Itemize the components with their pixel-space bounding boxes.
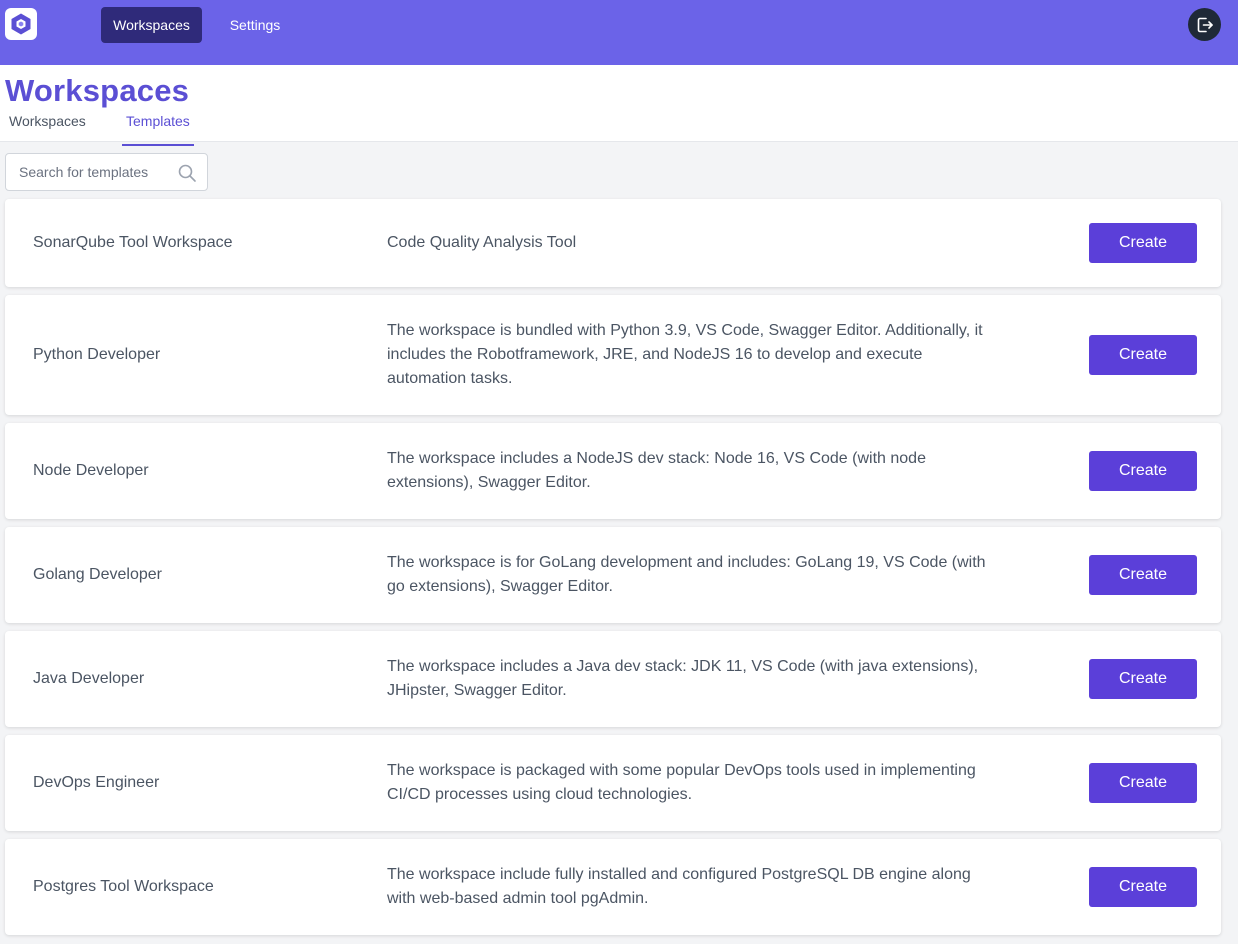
template-description: The workspace is packaged with some popu… <box>387 762 976 803</box>
search-input[interactable] <box>7 155 172 189</box>
template-name: Node Developer <box>33 462 149 479</box>
create-button[interactable]: Create <box>1089 223 1197 263</box>
create-button[interactable]: Create <box>1089 335 1197 375</box>
logout-icon[interactable] <box>1188 8 1221 41</box>
create-button[interactable]: Create <box>1089 867 1197 907</box>
template-name: DevOps Engineer <box>33 774 160 791</box>
template-card: SonarQube Tool Workspace Code Quality An… <box>5 199 1221 287</box>
top-navbar: Workspaces Settings <box>0 0 1238 65</box>
template-description: Code Quality Analysis Tool <box>387 234 577 251</box>
template-card: DevOps Engineer The workspace is package… <box>5 735 1221 831</box>
template-description: The workspace is bundled with Python 3.9… <box>387 322 983 387</box>
active-tab-indicator <box>122 144 194 146</box>
create-button[interactable]: Create <box>1089 659 1197 699</box>
page-header: Workspaces Workspaces Templates <box>0 65 1238 146</box>
template-name: Postgres Tool Workspace <box>33 878 214 895</box>
nav-settings-button[interactable]: Settings <box>218 7 292 43</box>
tab-workspaces[interactable]: Workspaces <box>9 113 86 129</box>
hexagon-logo-icon[interactable] <box>5 8 37 40</box>
page-title: Workspaces <box>5 73 190 108</box>
create-button[interactable]: Create <box>1089 451 1197 491</box>
template-name: Golang Developer <box>33 566 162 583</box>
template-name: Python Developer <box>33 346 161 363</box>
template-description: The workspace include fully installed an… <box>387 866 971 907</box>
template-name: Java Developer <box>33 670 145 687</box>
template-description: The workspace includes a Java dev stack:… <box>387 658 979 699</box>
template-card: Postgres Tool Workspace The workspace in… <box>5 839 1221 935</box>
create-button[interactable]: Create <box>1089 555 1197 595</box>
template-card: Java Developer The workspace includes a … <box>5 631 1221 727</box>
search-box <box>5 153 208 191</box>
tab-templates[interactable]: Templates <box>126 113 190 129</box>
template-name: SonarQube Tool Workspace <box>33 234 233 251</box>
nav-workspaces-button[interactable]: Workspaces <box>101 7 202 43</box>
template-card: Golang Developer The workspace is for Go… <box>5 527 1221 623</box>
create-button[interactable]: Create <box>1089 763 1197 803</box>
search-icon[interactable] <box>177 163 197 188</box>
template-card: Node Developer The workspace includes a … <box>5 423 1221 519</box>
template-description: The workspace is for GoLang development … <box>387 554 986 595</box>
template-card: Python Developer The workspace is bundle… <box>5 295 1221 415</box>
template-description: The workspace includes a NodeJS dev stac… <box>387 450 926 491</box>
